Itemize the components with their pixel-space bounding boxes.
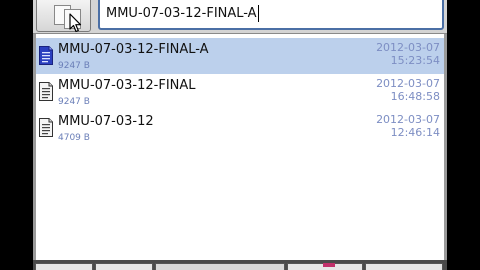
text-caret — [257, 5, 259, 22]
bottom-tab-3[interactable] — [155, 263, 285, 270]
text-file-icon — [39, 82, 53, 101]
toolbar: MMU-07-03-12-FINAL-A — [33, 0, 447, 34]
file-row[interactable]: MMU-07-03-12-FINAL-A 9247 B 2012-03-07 1… — [36, 38, 444, 74]
filename-input[interactable]: MMU-07-03-12-FINAL-A — [98, 0, 444, 30]
file-date: 2012-03-07 — [376, 41, 440, 54]
file-name: MMU-07-03-12 — [58, 114, 154, 129]
file-time: 16:48:58 — [390, 90, 440, 103]
file-time: 12:46:14 — [390, 126, 440, 139]
file-date: 2012-03-07 — [376, 113, 440, 126]
file-modified: 2012-03-07 15:23:54 — [376, 41, 440, 67]
file-date: 2012-03-07 — [376, 77, 440, 90]
bottom-tab-1[interactable] — [35, 263, 93, 270]
file-list: MMU-07-03-12-FINAL-A 9247 B 2012-03-07 1… — [33, 34, 447, 260]
bottom-tab-5[interactable] — [365, 263, 443, 270]
bottom-tab-indicator — [323, 263, 335, 267]
file-name: MMU-07-03-12-FINAL-A — [58, 42, 209, 57]
file-modified: 2012-03-07 16:48:58 — [376, 77, 440, 103]
text-file-icon — [39, 118, 53, 137]
bottom-toolbar — [33, 260, 447, 270]
app-screen: MMU-07-03-12-FINAL-A MMU-07-03-12-FINAL-… — [33, 0, 447, 270]
file-row[interactable]: MMU-07-03-12 4709 B 2012-03-07 12:46:14 — [36, 110, 444, 146]
document-icon — [39, 46, 53, 65]
file-modified: 2012-03-07 12:46:14 — [376, 113, 440, 139]
file-time: 15:23:54 — [390, 54, 440, 67]
file-name: MMU-07-03-12-FINAL — [58, 78, 196, 93]
file-size: 4709 B — [58, 133, 90, 143]
file-row[interactable]: MMU-07-03-12-FINAL 9247 B 2012-03-07 16:… — [36, 74, 444, 110]
device-frame: MMU-07-03-12-FINAL-A MMU-07-03-12-FINAL-… — [0, 0, 480, 270]
file-size: 9247 B — [58, 61, 90, 71]
mouse-pointer-icon — [69, 13, 82, 33]
bottom-tab-2[interactable] — [95, 263, 153, 270]
filename-input-value: MMU-07-03-12-FINAL-A — [106, 6, 257, 21]
file-size: 9247 B — [58, 97, 90, 107]
